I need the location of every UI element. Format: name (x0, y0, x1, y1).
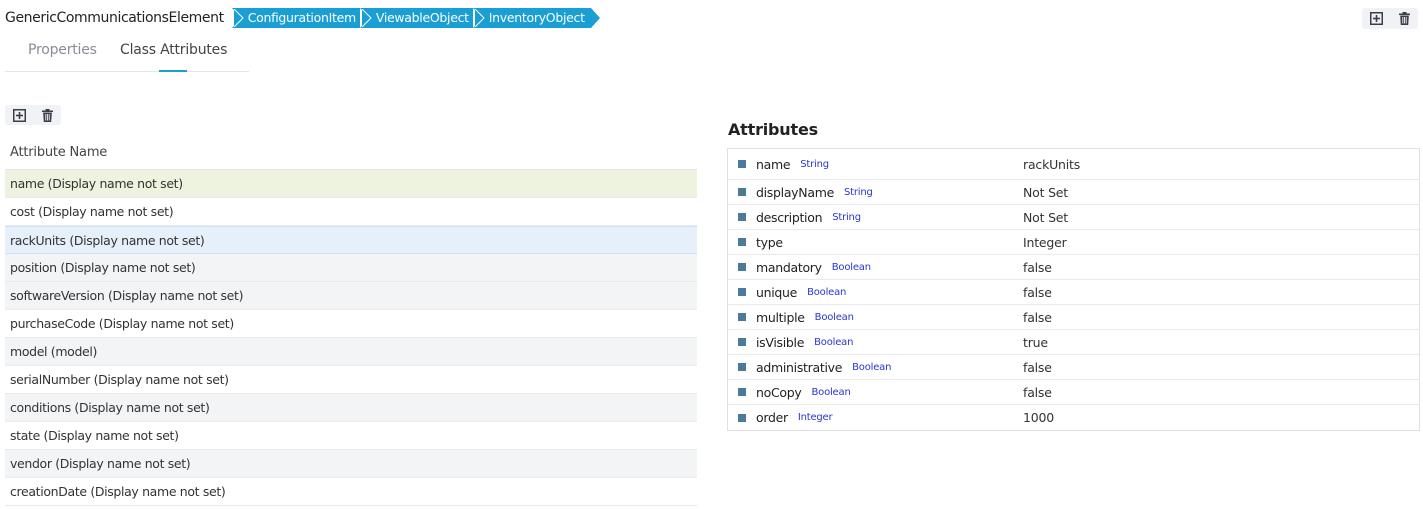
breadcrumb-label: ViewableObject (375, 10, 469, 25)
property-type-badge: Boolean (852, 361, 892, 373)
attribute-property-row[interactable]: mandatory Boolean false (728, 255, 1419, 280)
property-type-badge: Boolean (814, 336, 854, 348)
property-value[interactable]: Not Set (1023, 210, 1068, 225)
property-type-badge: String (800, 158, 829, 170)
attribute-list-item[interactable]: purchaseCode (Display name not set) (5, 310, 697, 338)
attribute-property-row[interactable]: description String Not Set (728, 205, 1419, 230)
breadcrumb-item-1[interactable]: ViewableObject (359, 8, 473, 28)
plus-square-icon (1369, 12, 1383, 25)
class-actions-toolbar (1362, 8, 1418, 29)
trash-icon (41, 109, 53, 122)
property-key: multiple (756, 309, 805, 325)
property-key: description (756, 209, 823, 225)
attribute-property-row[interactable]: type Integer (728, 230, 1419, 255)
attribute-list-item[interactable]: rackUnits (Display name not set) (5, 226, 697, 254)
breadcrumb-item-0[interactable]: ConfigurationItem (231, 8, 360, 28)
square-bullet-icon (738, 188, 746, 196)
property-type-badge: Boolean (807, 286, 847, 298)
property-key: mandatory (756, 259, 822, 275)
attribute-list-rows: name (Display name not set) cost (Display… (5, 170, 697, 506)
breadcrumb-arrow-end (590, 8, 600, 28)
square-bullet-icon (738, 288, 746, 296)
plus-square-icon (12, 109, 26, 122)
breadcrumb-label: ConfigurationItem (247, 10, 356, 25)
property-value[interactable]: 1000 (1023, 410, 1054, 425)
property-key: type (756, 234, 783, 250)
attribute-list-item[interactable]: position (Display name not set) (5, 254, 697, 282)
delete-attribute-button[interactable] (33, 105, 61, 126)
attribute-list-item[interactable]: vendor (Display name not set) (5, 450, 697, 478)
square-bullet-icon (738, 363, 746, 371)
trash-icon (1398, 12, 1410, 25)
property-type-badge: Integer (797, 412, 833, 423)
property-type-badge: Boolean (831, 261, 871, 273)
property-key: noCopy (756, 384, 802, 400)
add-attribute-button[interactable] (5, 105, 33, 126)
chevron-right-icon (361, 9, 372, 27)
attribute-property-row[interactable]: displayName String Not Set (728, 180, 1419, 205)
attribute-list-item[interactable]: cost (Display name not set) (5, 198, 697, 226)
square-bullet-icon (738, 413, 746, 422)
square-bullet-icon (738, 213, 746, 221)
breadcrumb: ConfigurationItem ViewableObject Invento… (231, 8, 600, 28)
tab-class-attributes[interactable]: Class Attributes (120, 42, 227, 58)
attributes-property-sheet: name String rackUnits displayName String Not … (727, 148, 1420, 431)
tab-bar: Properties Class Attributes (5, 38, 249, 72)
chevron-right-icon (233, 9, 244, 27)
delete-class-button[interactable] (1390, 8, 1418, 29)
property-key: unique (756, 284, 798, 300)
active-tab-indicator (159, 70, 187, 72)
chevron-right-icon (474, 9, 485, 27)
property-key: isVisible (756, 334, 805, 350)
attribute-list-item[interactable]: serialNumber (Display name not set) (5, 366, 697, 394)
attribute-list-toolbar (5, 105, 61, 125)
square-bullet-icon (738, 313, 746, 321)
property-value[interactable]: Integer (1023, 235, 1067, 250)
property-type-badge: String (843, 186, 873, 198)
breadcrumb-item-2[interactable]: InventoryObject (472, 8, 600, 28)
property-type-badge: String (832, 211, 861, 223)
attribute-list-item[interactable]: conditions (Display name not set) (5, 394, 697, 422)
attribute-list-header: Attribute Name (5, 140, 697, 170)
property-key: order (756, 410, 788, 425)
attribute-list-item[interactable]: name (Display name not set) (5, 170, 697, 198)
property-value[interactable]: rackUnits (1023, 157, 1080, 172)
attribute-list: Attribute Name name (Display name not se… (5, 140, 697, 506)
attribute-property-row[interactable]: order Integer 1000 (728, 405, 1419, 430)
attribute-list-item[interactable]: model (model) (5, 338, 697, 366)
square-bullet-icon (738, 338, 746, 346)
property-value[interactable]: false (1023, 360, 1052, 375)
property-value[interactable]: Not Set (1023, 185, 1068, 200)
attribute-list-item[interactable]: creationDate (Display name not set) (5, 478, 697, 506)
attribute-property-row[interactable]: administrative Boolean false (728, 355, 1419, 380)
property-type-badge: Boolean (814, 311, 854, 323)
attribute-property-row[interactable]: noCopy Boolean false (728, 380, 1419, 405)
square-bullet-icon (738, 388, 746, 396)
property-value[interactable]: false (1023, 310, 1052, 325)
attribute-property-row[interactable]: isVisible Boolean true (728, 330, 1419, 355)
square-bullet-icon (738, 238, 746, 246)
tab-properties[interactable]: Properties (28, 42, 97, 58)
square-bullet-icon (738, 160, 746, 168)
property-key: displayName (756, 184, 834, 200)
property-value[interactable]: false (1023, 260, 1052, 275)
attribute-property-row[interactable]: unique Boolean false (728, 280, 1419, 305)
property-value[interactable]: true (1023, 335, 1048, 350)
square-bullet-icon (738, 263, 746, 271)
class-header: GenericCommunicationsElement Configurati… (5, 8, 600, 28)
property-type-badge: Boolean (811, 386, 851, 398)
property-value[interactable]: false (1023, 385, 1052, 400)
property-key: administrative (756, 359, 843, 375)
add-class-button[interactable] (1362, 8, 1390, 29)
breadcrumb-label: InventoryObject (488, 10, 585, 25)
attribute-property-row[interactable]: name String rackUnits (728, 149, 1419, 180)
property-key: name (756, 156, 791, 172)
attributes-panel-title: Attributes (728, 120, 818, 139)
attribute-property-row[interactable]: multiple Boolean false (728, 305, 1419, 330)
attribute-list-item[interactable]: softwareVersion (Display name not set) (5, 282, 697, 310)
property-value[interactable]: false (1023, 285, 1052, 300)
class-title: GenericCommunicationsElement (5, 10, 224, 26)
attribute-list-item[interactable]: state (Display name not set) (5, 422, 697, 450)
